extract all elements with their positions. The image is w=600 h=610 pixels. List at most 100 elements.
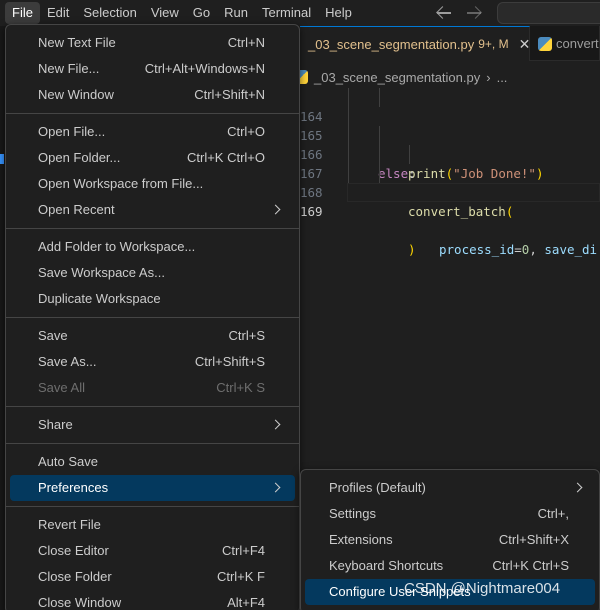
chevron-right-icon — [270, 419, 281, 430]
menu-item-shortcut: Alt+F4 — [227, 595, 265, 610]
menu-item-shortcut: Ctrl+Alt+Windows+N — [144, 61, 265, 76]
menu-item-shortcut: Ctrl+N — [227, 35, 265, 50]
chevron-right-icon — [270, 204, 281, 215]
breadcrumb: _03_scene_segmentation.py › ... — [300, 66, 507, 88]
menu-item-keyboard-shortcuts[interactable]: Keyboard Shortcuts Ctrl+K Ctrl+S — [305, 553, 595, 579]
menu-item-duplicate-workspace[interactable]: Duplicate Workspace — [10, 286, 295, 312]
indent-guide — [348, 164, 349, 183]
menu-item-label: Profiles (Default) — [329, 480, 426, 495]
menu-item-shortcut: Ctrl+Shift+X — [498, 532, 569, 547]
indent-guide — [379, 164, 380, 183]
menu-item-shortcut: Ctrl+K S — [216, 380, 265, 395]
menu-item-shortcut: Ctrl+, — [537, 506, 569, 521]
menu-item-close-editor[interactable]: Close Editor Ctrl+F4 — [10, 538, 295, 564]
code-token: process_id — [439, 242, 515, 257]
menu-item-open-recent[interactable]: Open Recent — [10, 197, 295, 223]
indent-guide — [379, 126, 380, 145]
menu-item-label: Revert File — [38, 517, 101, 532]
python-file-icon — [300, 70, 308, 84]
menu-item-shortcut: Ctrl+Shift+N — [194, 87, 265, 102]
menu-separator — [6, 506, 299, 507]
menu-item-auto-save[interactable]: Auto Save — [10, 449, 295, 475]
menu-edit[interactable]: Edit — [40, 2, 76, 24]
current-line-highlight — [347, 183, 600, 202]
menu-item-preferences[interactable]: Preferences — [10, 475, 295, 501]
menu-item-extensions[interactable]: Extensions Ctrl+Shift+X — [305, 527, 595, 553]
menu-item-save-as[interactable]: Save As... Ctrl+Shift+S — [10, 349, 295, 375]
menu-item-revert-file[interactable]: Revert File — [10, 512, 295, 538]
code-token: convert_batch — [408, 204, 506, 219]
code-token: save_di — [544, 242, 598, 257]
back-arrow-icon[interactable] — [436, 5, 452, 21]
forward-arrow-icon[interactable] — [466, 5, 482, 21]
menu-item-label: Preferences — [38, 480, 109, 495]
code-token: ( — [505, 204, 514, 219]
menu-item-save-workspace-as[interactable]: Save Workspace As... — [10, 260, 295, 286]
menu-item-new-file[interactable]: New File... Ctrl+Alt+Windows+N — [10, 56, 295, 82]
code-line: 164 print("Job Done!") — [300, 88, 600, 181]
menu-item-save-all: Save All Ctrl+K S — [10, 375, 295, 401]
menu-item-label: Close Window — [38, 595, 122, 610]
menu-item-label: Auto Save — [38, 454, 98, 469]
code-editor[interactable]: 164 print("Job Done!") 165 else: 166 con… — [300, 88, 600, 257]
code-line: 169 — [300, 183, 600, 219]
menu-item-shortcut: Ctrl+Shift+S — [194, 354, 265, 369]
menu-item-label: Add Folder to Workspace... — [38, 239, 196, 254]
menu-item-save[interactable]: Save Ctrl+S — [10, 323, 295, 349]
menu-item-open-workspace[interactable]: Open Workspace from File... — [10, 171, 295, 197]
line-number: 169 — [300, 204, 323, 219]
menu-terminal[interactable]: Terminal — [255, 2, 318, 24]
menu-item-label: Keyboard Shortcuts — [329, 558, 444, 573]
menu-run[interactable]: Run — [217, 2, 255, 24]
menu-item-open-folder[interactable]: Open Folder... Ctrl+K Ctrl+O — [10, 145, 295, 171]
menu-item-label: Open Workspace from File... — [38, 176, 204, 191]
menu-item-settings[interactable]: Settings Ctrl+, — [305, 501, 595, 527]
command-center-search[interactable] — [497, 2, 600, 24]
close-icon[interactable]: ✕ — [519, 36, 531, 53]
indent-guide — [379, 145, 380, 164]
code-line: 165 else: — [300, 107, 600, 181]
menu-item-profiles[interactable]: Profiles (Default) — [305, 475, 595, 501]
menu-separator — [6, 317, 299, 318]
menu-item-new-window[interactable]: New Window Ctrl+Shift+N — [10, 82, 295, 108]
menu-item-shortcut: Ctrl+O — [227, 124, 265, 139]
indent-guide — [379, 88, 380, 107]
code-token: = — [514, 242, 522, 257]
menu-separator — [6, 113, 299, 114]
menu-item-label: Share — [38, 417, 73, 432]
menu-item-share[interactable]: Share — [10, 412, 295, 438]
breadcrumb-separator: › — [486, 69, 491, 85]
menu-item-label: Open Recent — [38, 202, 115, 217]
menu-go[interactable]: Go — [186, 2, 217, 24]
indent-guide — [348, 145, 349, 164]
chevron-right-icon — [270, 482, 281, 493]
tab-scene-segmentation[interactable]: _03_scene_segmentation.py 9+, M ✕ — [300, 26, 530, 61]
menu-item-label: Close Folder — [38, 569, 112, 584]
watermark: CSDN @Nightmare004 — [404, 580, 561, 597]
menu-separator — [6, 443, 299, 444]
menu-item-close-folder[interactable]: Close Folder Ctrl+K F — [10, 564, 295, 590]
menu-view[interactable]: View — [144, 2, 186, 24]
tab-status-badge: 9+, M — [478, 37, 509, 51]
menu-help[interactable]: Help — [318, 2, 359, 24]
menu-item-new-text-file[interactable]: New Text File Ctrl+N — [10, 30, 295, 56]
menu-item-label: New Window — [38, 87, 114, 102]
breadcrumb-file[interactable]: _03_scene_segmentation.py — [314, 70, 480, 85]
menu-item-shortcut: Ctrl+K F — [216, 569, 265, 584]
menu-item-close-window[interactable]: Close Window Alt+F4 — [10, 590, 295, 610]
code-line: 168 ) — [300, 164, 600, 257]
menu-item-open-file[interactable]: Open File... Ctrl+O — [10, 119, 295, 145]
breadcrumb-more[interactable]: ... — [497, 70, 508, 85]
menu-item-shortcut: Ctrl+K Ctrl+S — [492, 558, 569, 573]
menu-file[interactable]: File — [5, 2, 40, 24]
menu-selection[interactable]: Selection — [76, 2, 143, 24]
chevron-right-icon — [572, 482, 583, 493]
tab-convert[interactable]: convert — [530, 26, 600, 61]
indent-guide — [348, 88, 349, 107]
menu-item-add-folder[interactable]: Add Folder to Workspace... — [10, 234, 295, 260]
menu-item-label: Extensions — [329, 532, 393, 547]
code-text: ) — [408, 240, 416, 259]
tab-label: convert — [556, 36, 599, 51]
menu-item-label: Close Editor — [38, 543, 109, 558]
menu-separator — [6, 228, 299, 229]
